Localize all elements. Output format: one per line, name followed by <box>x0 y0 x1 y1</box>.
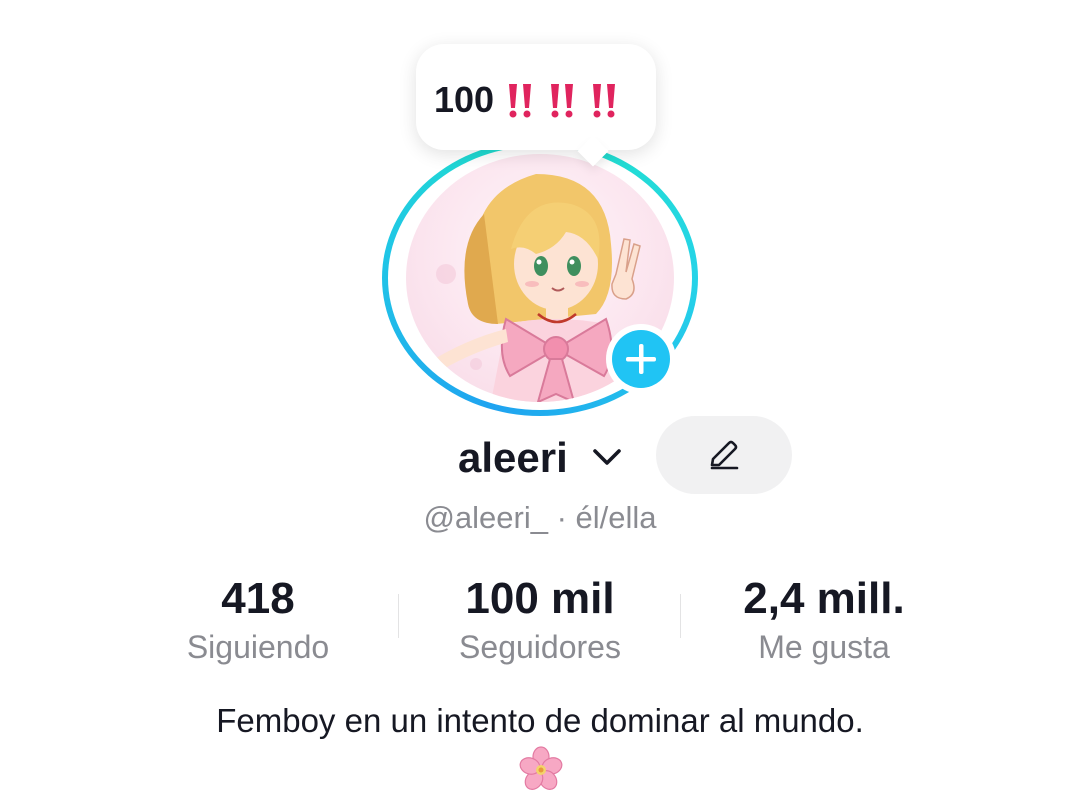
profile-page: 100 aleeri @aleeri_ · él/ella 418 Siguie… <box>0 0 1080 808</box>
chevron-down-icon[interactable] <box>590 440 624 474</box>
handle-pronouns: @aleeri_ · él/ella <box>423 500 657 535</box>
following-stat[interactable]: 418 Siguiendo <box>158 572 358 668</box>
double-exclamation-icon <box>584 80 624 120</box>
add-story-button[interactable] <box>606 324 676 394</box>
display-name[interactable]: aleeri <box>458 430 568 486</box>
note-text: 100 <box>434 72 626 128</box>
likes-stat[interactable]: 2,4 mill. Me gusta <box>716 572 932 668</box>
plus-icon <box>626 344 656 374</box>
double-exclamation-icon <box>500 80 540 120</box>
likes-label: Me gusta <box>758 629 890 665</box>
note-number: 100 <box>434 79 495 120</box>
followers-label: Seguidores <box>459 629 621 665</box>
double-exclamation-icon <box>542 80 582 120</box>
stat-divider <box>398 594 399 638</box>
stat-divider <box>680 594 681 638</box>
cherry-blossom-icon <box>518 746 564 792</box>
followers-stat[interactable]: 100 mil Seguidores <box>430 572 650 668</box>
pencil-icon <box>710 440 739 470</box>
edit-profile-button[interactable] <box>656 416 792 494</box>
bio-text: Femboy en un intento de dominar al mundo… <box>216 702 864 739</box>
following-label: Siguiendo <box>186 629 330 665</box>
followers-count: 100 mil <box>465 574 615 623</box>
likes-count: 2,4 mill. <box>743 574 905 623</box>
following-count: 418 <box>221 574 295 623</box>
